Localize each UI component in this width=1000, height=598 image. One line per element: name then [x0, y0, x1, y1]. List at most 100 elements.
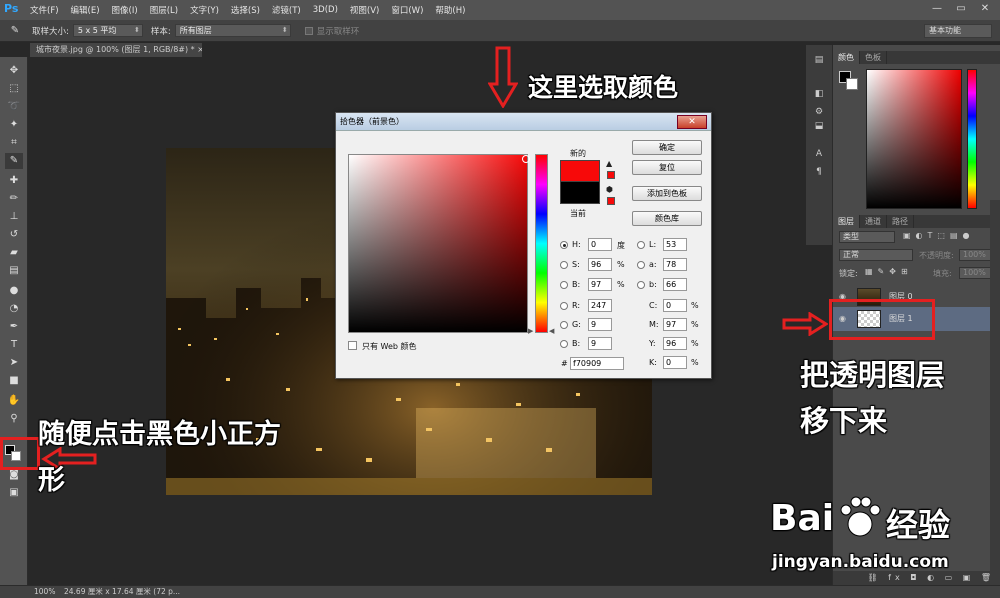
r-radio[interactable]	[560, 302, 568, 310]
sample-select[interactable]: 所有图层	[174, 24, 291, 37]
document-tab[interactable]: 城市夜景.jpg @ 100% (图层 1, RGB/8#) * ×	[30, 43, 202, 57]
a-input[interactable]: 78	[663, 258, 687, 271]
g-input[interactable]: 9	[588, 318, 612, 331]
pen-tool-icon[interactable]: ✒	[5, 319, 23, 335]
y-input[interactable]: 96	[663, 337, 687, 350]
ok-button[interactable]: 确定	[632, 140, 702, 155]
eyedropper-icon[interactable]: ✎	[6, 23, 24, 39]
color-panel-field[interactable]	[866, 69, 962, 209]
character-panel-icon[interactable]: A	[810, 145, 828, 163]
r-input[interactable]: 247	[588, 299, 612, 312]
clone-stamp-tool-icon[interactable]: ⊥	[5, 209, 23, 225]
dodge-tool-icon[interactable]: ◔	[5, 301, 23, 317]
brightness-input[interactable]: 97	[588, 278, 612, 291]
history-panel-icon[interactable]: ▤	[810, 51, 828, 69]
menu-3d[interactable]: 3D(D)	[307, 5, 344, 15]
rectangle-tool-icon[interactable]: ■	[5, 373, 23, 389]
menu-help[interactable]: 帮助(H)	[429, 4, 471, 16]
properties-panel-icon[interactable]: ◧	[810, 85, 828, 103]
magic-wand-tool-icon[interactable]: ✦	[5, 117, 23, 133]
h-radio[interactable]	[560, 241, 568, 249]
show-ring-checkbox[interactable]	[304, 26, 313, 35]
m-input[interactable]: 97	[663, 318, 687, 331]
blur-tool-icon[interactable]: ●	[5, 283, 23, 299]
maximize-button[interactable]: ▭	[950, 2, 972, 17]
paragraph-panel-icon[interactable]: ¶	[810, 163, 828, 181]
menu-image[interactable]: 图像(I)	[106, 4, 144, 16]
zoom-tool-icon[interactable]: ⚲	[5, 411, 23, 427]
k-input[interactable]: 0	[663, 356, 687, 369]
brush-tool-icon[interactable]: ✏	[5, 191, 23, 207]
web-safe-swatch[interactable]	[607, 197, 615, 205]
current-color-swatch[interactable]	[560, 182, 600, 204]
hue-slider-right-arrow-icon[interactable]: ◀	[549, 327, 554, 335]
menu-type[interactable]: 文字(Y)	[184, 4, 225, 16]
minimize-button[interactable]: —	[926, 2, 948, 17]
tab-channels[interactable]: 通道	[860, 215, 887, 228]
blend-mode-select[interactable]: 正常	[839, 249, 913, 261]
l-radio[interactable]	[637, 241, 645, 249]
web-colors-only-checkbox[interactable]	[348, 341, 357, 350]
document-info[interactable]: 24.69 厘米 x 17.64 厘米 (72 p...	[64, 586, 180, 598]
tab-color[interactable]: 颜色	[833, 51, 860, 64]
web-safe-warning-icon[interactable]: ⬢	[606, 185, 613, 194]
color-panel-hue-slider[interactable]	[967, 69, 977, 209]
sample-size-select[interactable]: 5 x 5 平均	[72, 24, 143, 37]
marquee-tool-icon[interactable]: ⬚	[5, 81, 23, 97]
brightness-radio[interactable]	[560, 281, 568, 289]
eraser-tool-icon[interactable]: ▰	[5, 245, 23, 261]
l-input[interactable]: 53	[663, 238, 687, 251]
menu-file[interactable]: 文件(F)	[24, 4, 65, 16]
menu-select[interactable]: 选择(S)	[225, 4, 266, 16]
lock-icons[interactable]: ▦✎✥⊞	[865, 267, 913, 276]
menu-filter[interactable]: 滤镜(T)	[266, 4, 307, 16]
s-input[interactable]: 96	[588, 258, 612, 271]
layer-kind-select[interactable]: 类型	[839, 231, 895, 243]
path-selection-tool-icon[interactable]: ➤	[5, 355, 23, 371]
hue-slider-left-arrow-icon[interactable]: ▶	[528, 327, 533, 335]
gamut-warning-icon[interactable]: ▲	[606, 159, 612, 168]
hand-tool-icon[interactable]: ✋	[5, 393, 23, 409]
a-radio[interactable]	[637, 261, 645, 269]
lab-b-input[interactable]: 66	[663, 278, 687, 291]
c-input[interactable]: 0	[663, 299, 687, 312]
history-brush-tool-icon[interactable]: ↺	[5, 227, 23, 243]
screen-mode-icon[interactable]: ▣	[5, 485, 23, 501]
gamut-warning-swatch[interactable]	[607, 171, 615, 179]
menu-layer[interactable]: 图层(L)	[144, 4, 184, 16]
reset-button[interactable]: 复位	[632, 160, 702, 175]
hue-slider[interactable]	[535, 154, 548, 333]
tab-swatches[interactable]: 色板	[860, 51, 887, 64]
close-window-button[interactable]: ✕	[974, 2, 996, 17]
type-tool-icon[interactable]: T	[5, 337, 23, 353]
crop-tool-icon[interactable]: ⌗	[5, 135, 23, 151]
saturation-brightness-field[interactable]	[348, 154, 530, 333]
tab-paths[interactable]: 路径	[887, 215, 914, 228]
color-libraries-button[interactable]: 颜色库	[632, 211, 702, 226]
h-input[interactable]: 0	[588, 238, 612, 251]
lab-b-radio[interactable]	[637, 281, 645, 289]
zoom-level[interactable]: 100%	[34, 586, 55, 598]
hex-input[interactable]: f70909	[570, 357, 624, 370]
layer-filter-icons[interactable]: ▣◐T⬚▤●	[903, 231, 975, 240]
menu-edit[interactable]: 编辑(E)	[65, 4, 106, 16]
gradient-tool-icon[interactable]: ▤	[5, 263, 23, 279]
blue-radio[interactable]	[560, 340, 568, 348]
color-marker[interactable]	[522, 155, 530, 163]
dialog-close-button[interactable]: ✕	[677, 115, 707, 129]
menu-window[interactable]: 窗口(W)	[385, 4, 429, 16]
add-to-swatches-button[interactable]: 添加到色板	[632, 186, 702, 201]
tool-presets-panel-icon[interactable]: ⬓	[810, 117, 828, 135]
panel-scrollbar[interactable]	[990, 200, 1000, 585]
panel-background-swatch[interactable]	[846, 78, 858, 90]
s-radio[interactable]	[560, 261, 568, 269]
g-radio[interactable]	[560, 321, 568, 329]
workspace-select[interactable]: 基本功能	[924, 24, 992, 38]
healing-brush-tool-icon[interactable]: ✚	[5, 173, 23, 189]
blue-input[interactable]: 9	[588, 337, 612, 350]
eyedropper-tool-icon[interactable]: ✎	[5, 153, 23, 169]
move-tool-icon[interactable]: ✥	[5, 63, 23, 79]
tab-layers[interactable]: 图层	[833, 215, 860, 228]
lasso-tool-icon[interactable]: ➰	[5, 99, 23, 115]
menu-view[interactable]: 视图(V)	[344, 4, 385, 16]
